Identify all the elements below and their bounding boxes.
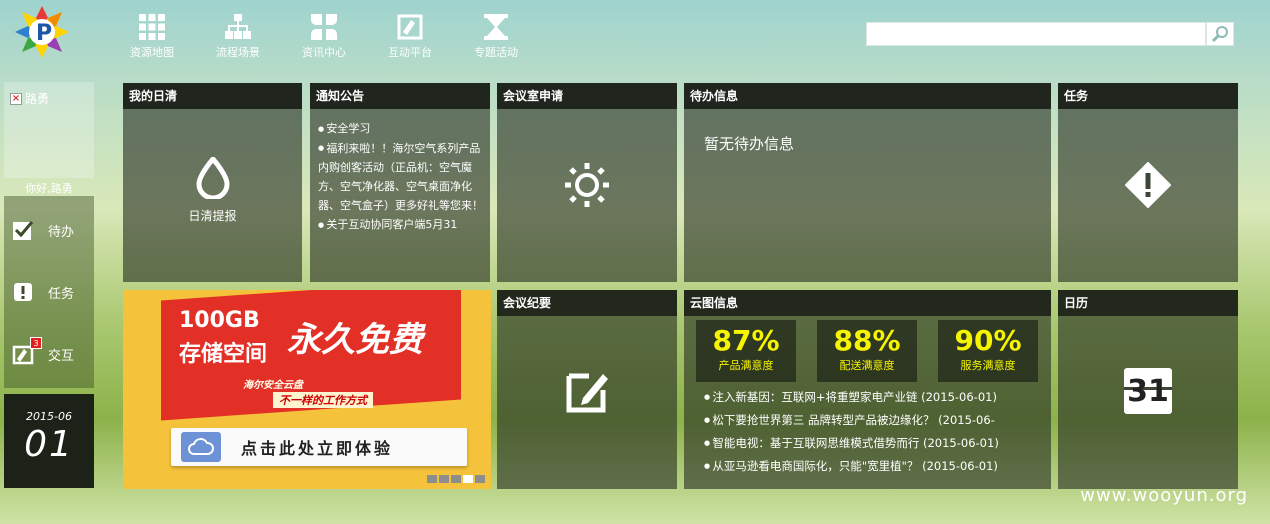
side-item-todo[interactable]: 待办: [4, 200, 94, 260]
edit-board-icon: [397, 14, 423, 40]
date-day: 01: [24, 424, 74, 465]
nav-process-scene[interactable]: 流程场景: [203, 14, 273, 64]
stat-label: 产品满意度: [718, 359, 774, 372]
nav-interaction-platform[interactable]: 互动平台: [375, 14, 445, 64]
exclamation-icon: [12, 281, 34, 303]
slide-indicator: [427, 475, 485, 483]
daily-report-action: 日清提报: [188, 209, 237, 223]
search-icon: [1211, 26, 1228, 43]
user-avatar-alt: 路勇: [25, 92, 50, 106]
stat-delivery-satisfaction[interactable]: 88% 配送满意度: [817, 320, 917, 382]
date-panel: 2015-06 01: [4, 394, 94, 488]
hourglass-icon: [484, 14, 508, 40]
tile-notice: 通知公告 安全学习 福利来啦！！海尔空气系列产品内购创客活动（正品机：空气魔方、…: [310, 83, 490, 282]
cloud-news-list: 注入新基因：互联网+将重塑家电产业链 (2015-06-01) 松下要抢世界第三…: [704, 386, 1046, 478]
tile-title: 待办信息: [684, 83, 1051, 109]
todo-empty-message: 暂无待办信息: [704, 135, 795, 153]
cloud-icon: [181, 432, 221, 462]
stat-value: 87%: [712, 324, 780, 357]
stat-value: 90%: [954, 324, 1022, 357]
tile-title: 我的日清: [123, 83, 302, 109]
side-item-label: 交互: [48, 348, 75, 364]
check-icon: [12, 219, 34, 241]
org-chart-icon: [225, 14, 251, 39]
search-button[interactable]: [1206, 22, 1234, 46]
tile-cloud-info: 云图信息 87% 产品满意度 88% 配送满意度 90% 服务满意度 注入新基因…: [684, 290, 1051, 489]
banner-cta-text: 点击此处立即体验: [241, 439, 394, 458]
broken-image-icon: ×: [10, 92, 22, 105]
sun-icon: [565, 163, 609, 207]
news-item[interactable]: 智能电视：基于互联网思维模式借势而行 (2015-06-01): [704, 432, 1046, 455]
slide-dot[interactable]: [451, 475, 461, 483]
nav-news-center[interactable]: 资讯中心: [289, 14, 359, 64]
news-item[interactable]: 松下要抢世界第三 品牌转型产品被边缘化？ (2015-06-: [704, 409, 1046, 432]
date-year-month: 2015-06: [26, 410, 72, 423]
tile-meeting-minutes[interactable]: 会议纪要: [497, 290, 677, 489]
user-panel: × 路勇: [4, 82, 94, 178]
clover-icon: [311, 14, 337, 40]
notice-item[interactable]: 安全学习: [318, 119, 484, 139]
side-item-label: 任务: [48, 286, 75, 302]
grid-icon: [139, 14, 165, 40]
svg-text:P: P: [36, 21, 52, 46]
notification-badge: 3: [30, 337, 42, 349]
side-item-label: 待办: [48, 224, 75, 240]
user-greeting: 你好,路勇: [25, 182, 73, 195]
slide-dot[interactable]: [475, 475, 485, 483]
nav-special-events[interactable]: 专题活动: [461, 14, 531, 64]
tile-title: 通知公告: [310, 83, 490, 109]
stat-value: 88%: [833, 324, 901, 357]
edit-icon: [566, 373, 608, 413]
news-item[interactable]: 注入新基因：互联网+将重塑家电产业链 (2015-06-01): [704, 386, 1046, 409]
stat-label: 服务满意度: [960, 359, 1016, 372]
banner-cta-button[interactable]: 点击此处立即体验: [171, 428, 467, 466]
nav-label: 专题活动: [474, 46, 518, 59]
watermark: www.wooyun.org: [1080, 485, 1248, 506]
calendar-icon: 31: [1124, 368, 1172, 414]
tile-calendar[interactable]: 日历 31: [1058, 290, 1238, 489]
tile-daily-report[interactable]: 我的日清 日清提报: [123, 83, 302, 282]
slide-dot-active[interactable]: [463, 475, 473, 483]
notice-item[interactable]: 关于互动协同客户端5月31: [318, 215, 484, 235]
side-item-interact[interactable]: 3 交互: [4, 324, 94, 384]
water-drop-icon: [195, 157, 230, 199]
tile-title: 任务: [1058, 83, 1238, 109]
stat-label: 配送满意度: [839, 359, 895, 372]
news-item[interactable]: 从亚马逊看电商国际化，只能"宽里植"？ (2015-06-01): [704, 455, 1046, 478]
tile-todo[interactable]: 待办信息 暂无待办信息: [684, 83, 1051, 282]
notice-list: 安全学习 福利来啦！！海尔空气系列产品内购创客活动（正品机：空气魔方、空气净化器…: [310, 109, 490, 235]
calendar-day: 31: [1127, 373, 1169, 409]
tile-title: 会议纪要: [497, 290, 677, 316]
tile-meeting-room[interactable]: 会议室申请: [497, 83, 677, 282]
tile-task[interactable]: 任务: [1058, 83, 1238, 282]
nav-label: 流程场景: [216, 46, 260, 59]
banner-headline: 永久免费: [287, 320, 423, 360]
banner-line1: 100GB: [179, 308, 260, 333]
tile-title: 日历: [1058, 290, 1238, 316]
stat-product-satisfaction[interactable]: 87% 产品满意度: [696, 320, 796, 382]
search-input[interactable]: [866, 22, 1206, 46]
side-menu: 待办 任务 3 交互: [4, 196, 94, 388]
nav-label: 互动平台: [388, 46, 432, 59]
nav-resource-map[interactable]: 资源地图: [117, 14, 187, 64]
banner-sub2: 不一样的工作方式: [273, 392, 373, 408]
tile-title: 云图信息: [684, 290, 1051, 316]
tile-title: 会议室申请: [497, 83, 677, 109]
slide-dot[interactable]: [439, 475, 449, 483]
slide-dot[interactable]: [427, 475, 437, 483]
nav-label: 资讯中心: [302, 46, 346, 59]
interact-icon: 3: [12, 337, 42, 365]
app-logo[interactable]: P: [12, 4, 72, 60]
banner-line2: 存储空间: [179, 342, 268, 367]
warning-diamond-icon: [1125, 162, 1171, 208]
promo-banner[interactable]: 100GB 存储空间 永久免费 海尔安全云盘 不一样的工作方式 点击此处立即体验: [123, 290, 491, 489]
notice-item[interactable]: 福利来啦！！海尔空气系列产品内购创客活动（正品机：空气魔方、空气净化器、空气桌面…: [318, 139, 484, 216]
user-avatar[interactable]: × 路勇: [10, 90, 49, 107]
side-item-task[interactable]: 任务: [4, 262, 94, 322]
stat-service-satisfaction[interactable]: 90% 服务满意度: [938, 320, 1038, 382]
nav-label: 资源地图: [130, 46, 174, 59]
banner-sub1: 海尔安全云盘: [243, 380, 303, 391]
